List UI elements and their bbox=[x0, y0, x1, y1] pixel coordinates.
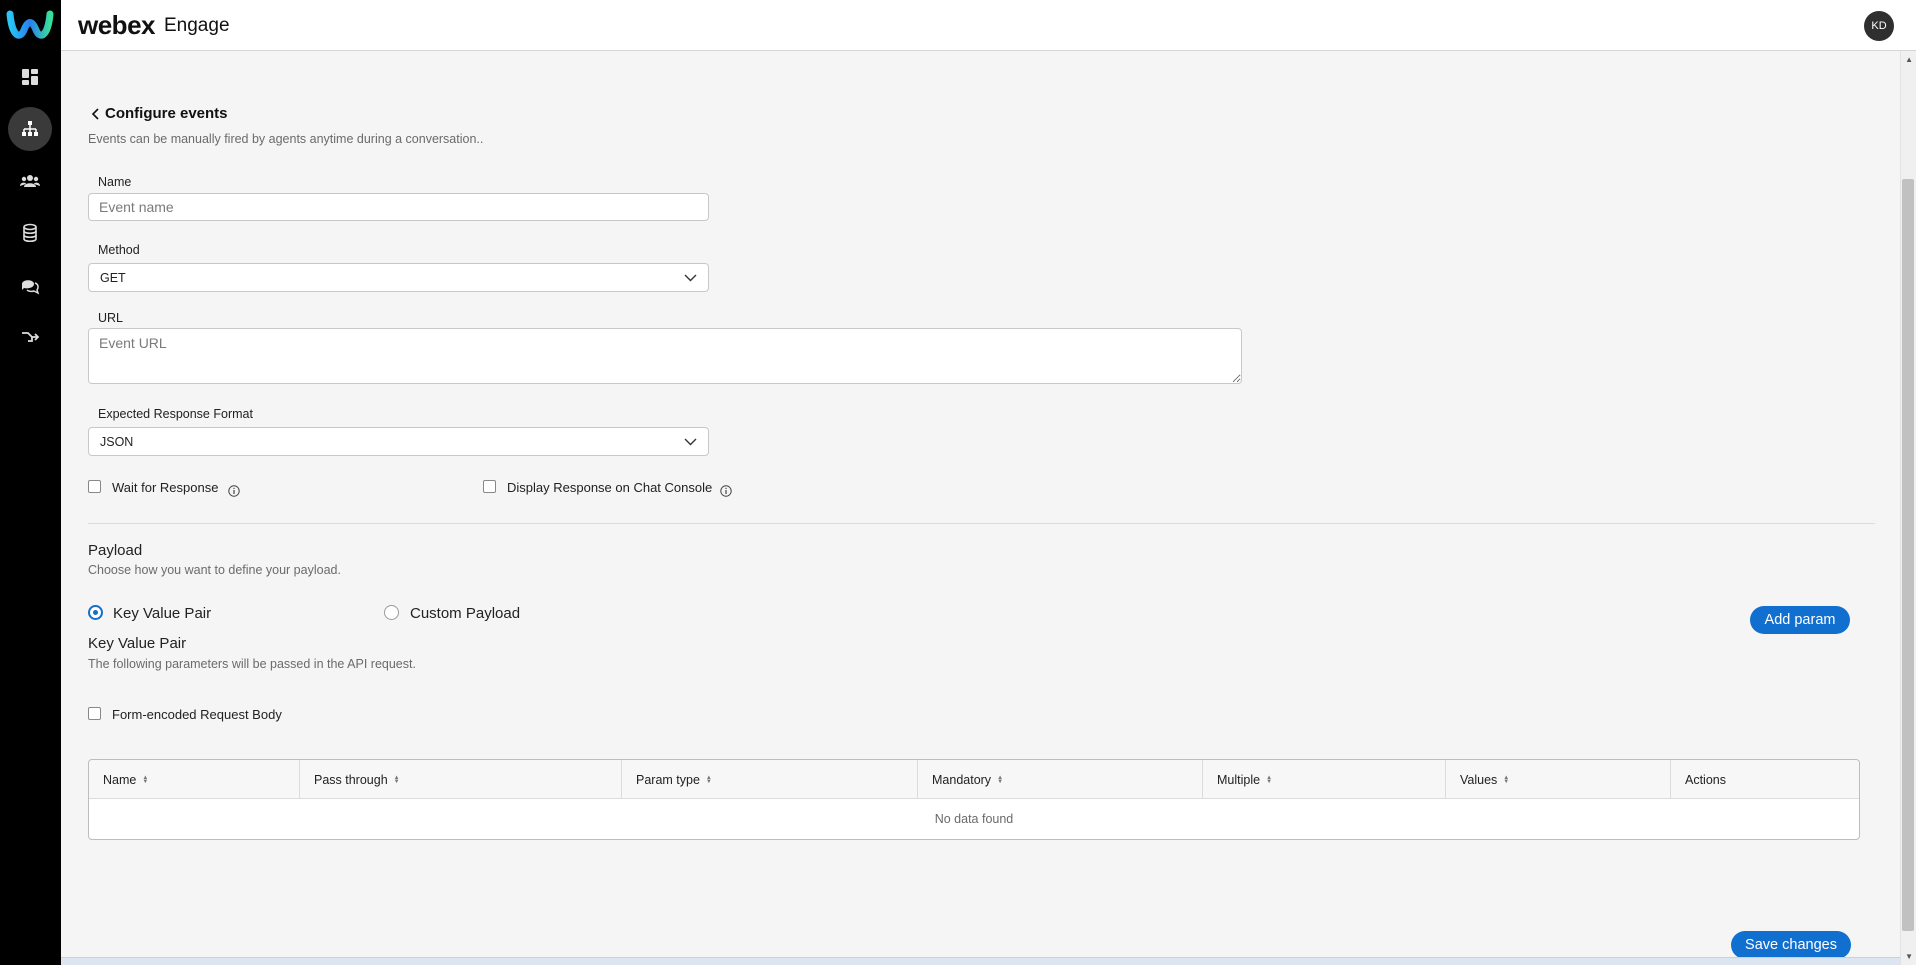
chevron-left-icon bbox=[91, 107, 99, 120]
column-label: Mandatory bbox=[932, 772, 992, 787]
bottom-strip bbox=[61, 957, 1900, 965]
sort-icon: ▲ ▼ bbox=[1266, 774, 1273, 785]
nav-dashboard[interactable] bbox=[8, 55, 52, 99]
save-changes-button[interactable]: Save changes bbox=[1731, 931, 1851, 959]
team-icon bbox=[20, 175, 40, 187]
key-value-radio[interactable] bbox=[88, 605, 103, 620]
column-header-mandatory[interactable]: Mandatory ▲ ▼ bbox=[918, 760, 1203, 799]
payload-title: Payload bbox=[88, 542, 143, 559]
format-value: JSON bbox=[100, 434, 134, 449]
custom-payload-radio[interactable] bbox=[384, 605, 399, 620]
webex-logo-icon[interactable] bbox=[6, 6, 54, 46]
add-param-button[interactable]: Add param bbox=[1750, 606, 1850, 634]
column-label: Values bbox=[1460, 772, 1498, 787]
nav-hierarchy[interactable] bbox=[8, 107, 52, 151]
nav-flow[interactable] bbox=[8, 315, 52, 359]
scroll-thumb[interactable] bbox=[1902, 179, 1914, 931]
column-label: Name bbox=[103, 772, 137, 787]
name-label: Name bbox=[98, 175, 132, 189]
display-response-label: Display Response on Chat Console bbox=[507, 480, 713, 495]
vertical-scrollbar[interactable]: ▲ ▼ bbox=[1900, 51, 1916, 965]
chat-icon bbox=[22, 280, 40, 295]
page-description: Events can be manually fired by agents a… bbox=[88, 132, 484, 146]
column-header-multiple[interactable]: Multiple ▲ ▼ bbox=[1203, 760, 1446, 799]
nav-team[interactable] bbox=[8, 159, 52, 203]
column-header-param-type[interactable]: Param type ▲ ▼ bbox=[622, 760, 918, 799]
column-label: Pass through bbox=[314, 772, 388, 787]
wait-for-response-label: Wait for Response bbox=[112, 480, 219, 495]
chevron-down-icon bbox=[684, 274, 697, 282]
format-label: Expected Response Format bbox=[98, 407, 253, 421]
params-table: Name ▲ ▼ Pass through ▲ ▼ Param type ▲ ▼ Manda… bbox=[88, 759, 1860, 840]
column-header-values[interactable]: Values ▲ ▼ bbox=[1446, 760, 1671, 799]
key-value-title: Key Value Pair bbox=[88, 635, 187, 652]
scroll-up-icon[interactable]: ▲ bbox=[1905, 55, 1913, 64]
table-header: Name ▲ ▼ Pass through ▲ ▼ Param type ▲ ▼ Manda… bbox=[89, 760, 1859, 799]
column-label: Param type bbox=[636, 772, 700, 787]
event-name-input[interactable] bbox=[88, 193, 709, 221]
event-url-input[interactable] bbox=[88, 328, 1242, 384]
method-value: GET bbox=[100, 270, 126, 285]
response-format-select[interactable]: JSON bbox=[88, 427, 709, 456]
dashboard-icon bbox=[22, 69, 38, 85]
custom-payload-radio-label: Custom Payload bbox=[410, 605, 521, 622]
empty-state: No data found bbox=[934, 812, 1014, 826]
url-label: URL bbox=[98, 311, 124, 325]
flow-icon bbox=[22, 332, 40, 342]
left-nav bbox=[0, 0, 61, 965]
info-icon[interactable] bbox=[720, 485, 732, 497]
page-title: Configure events bbox=[105, 105, 228, 122]
chevron-down-icon bbox=[684, 438, 697, 446]
scroll-down-icon[interactable]: ▼ bbox=[1905, 952, 1913, 961]
hierarchy-icon bbox=[22, 121, 38, 136]
column-header-actions: Actions bbox=[1671, 760, 1859, 799]
info-icon[interactable] bbox=[228, 485, 240, 497]
form-encoded-checkbox[interactable] bbox=[88, 707, 101, 720]
method-select[interactable]: GET bbox=[88, 263, 709, 292]
wait-for-response-checkbox[interactable] bbox=[88, 480, 101, 493]
key-value-radio-label: Key Value Pair bbox=[113, 605, 212, 622]
column-label: Multiple bbox=[1217, 772, 1261, 787]
back-button[interactable]: Configure events bbox=[89, 105, 228, 122]
display-response-checkbox[interactable] bbox=[483, 480, 496, 493]
top-header: webex Engage KD bbox=[61, 0, 1916, 51]
sort-icon: ▲ ▼ bbox=[1503, 774, 1510, 785]
nav-chat[interactable] bbox=[8, 263, 52, 307]
sort-icon: ▲ ▼ bbox=[393, 774, 400, 785]
column-label: Actions bbox=[1685, 772, 1726, 787]
brand-name: webex bbox=[78, 10, 156, 40]
avatar[interactable]: KD bbox=[1864, 11, 1894, 41]
section-divider bbox=[88, 523, 1875, 524]
sort-icon: ▲ ▼ bbox=[142, 774, 149, 785]
database-icon bbox=[23, 223, 37, 243]
product-name: Engage bbox=[164, 15, 230, 36]
key-value-description: The following parameters will be passed … bbox=[88, 657, 416, 671]
form-encoded-label: Form-encoded Request Body bbox=[112, 707, 282, 722]
sort-icon: ▲ ▼ bbox=[997, 774, 1004, 785]
sort-icon: ▲ ▼ bbox=[705, 774, 712, 785]
nav-database[interactable] bbox=[8, 211, 52, 255]
column-header-pass-through[interactable]: Pass through ▲ ▼ bbox=[300, 760, 622, 799]
method-label: Method bbox=[98, 243, 140, 257]
payload-description: Choose how you want to define your paylo… bbox=[88, 563, 341, 577]
column-header-name[interactable]: Name ▲ ▼ bbox=[89, 760, 300, 799]
